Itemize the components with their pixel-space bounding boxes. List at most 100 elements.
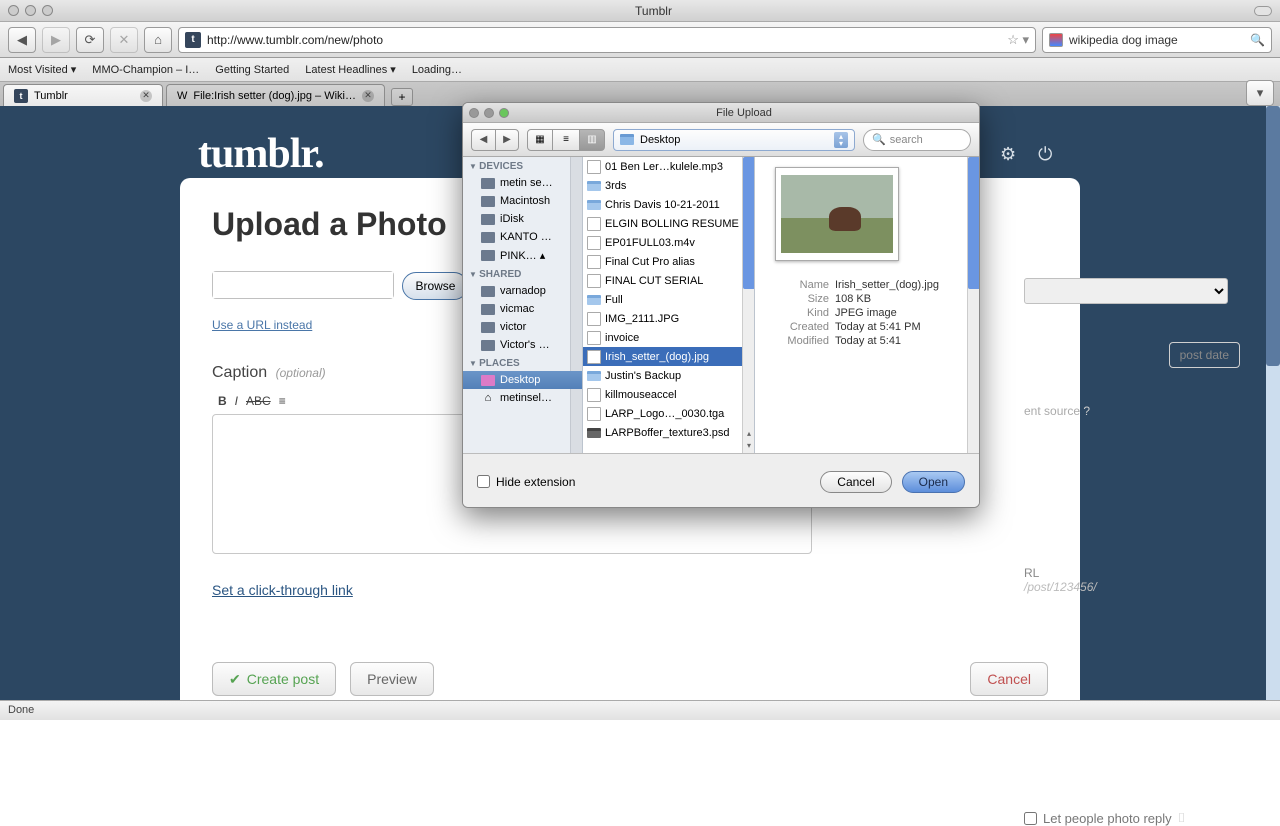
- power-icon[interactable]: ⏻: [1038, 144, 1052, 165]
- column-view-button[interactable]: ▥: [579, 129, 605, 151]
- dialog-search[interactable]: 🔍 search: [863, 129, 971, 151]
- file-scrollbar[interactable]: ▴▾: [742, 157, 754, 453]
- bookmark-item[interactable]: Most Visited ▾: [8, 63, 76, 76]
- file-item[interactable]: Full▶: [583, 290, 754, 309]
- publish-select[interactable]: [1024, 278, 1228, 304]
- file-path-field[interactable]: [212, 271, 394, 299]
- sidebar-section-devices[interactable]: DEVICES: [463, 157, 582, 174]
- folder-icon: [587, 428, 601, 438]
- new-tab-button[interactable]: +: [391, 88, 413, 106]
- create-post-button[interactable]: ✔Create post: [212, 662, 336, 696]
- file-item[interactable]: Irish_setter_(dog).jpg: [583, 347, 754, 366]
- sidebar-item[interactable]: metin se…: [463, 174, 582, 192]
- home-button[interactable]: ⌂: [144, 27, 172, 53]
- file-item[interactable]: LARPBoffer_texture3.psd: [583, 423, 754, 442]
- dialog-back-button[interactable]: ◀: [471, 129, 495, 151]
- file-name: Final Cut Pro alias: [605, 256, 750, 268]
- preview-thumbnail: [775, 167, 899, 261]
- file-item[interactable]: ELGIN BOLLING RESUME: [583, 214, 754, 233]
- bookmark-item[interactable]: MMO-Champion – I…: [92, 64, 199, 76]
- list-view-button[interactable]: ≡: [553, 129, 579, 151]
- settings-gear-icon[interactable]: ⚙: [1000, 144, 1016, 165]
- sidebar-item-desktop[interactable]: Desktop: [463, 371, 582, 389]
- photo-reply-option[interactable]: Let people photo reply ⌷: [1024, 810, 1240, 826]
- file-name: Full: [605, 294, 739, 306]
- browse-button[interactable]: Browse: [402, 272, 468, 300]
- tab-close-icon[interactable]: ✕: [362, 90, 374, 102]
- sidebar-item[interactable]: Macintosh: [463, 192, 582, 210]
- photo-reply-checkbox[interactable]: [1024, 812, 1037, 825]
- bold-icon[interactable]: B: [218, 394, 227, 408]
- sidebar-item[interactable]: KANTO …: [463, 228, 582, 246]
- file-item[interactable]: 3rds▶: [583, 176, 754, 195]
- hide-extension-checkbox[interactable]: [477, 475, 490, 488]
- stop-button[interactable]: ✕: [110, 27, 138, 53]
- page-scrollbar[interactable]: [1266, 106, 1280, 700]
- folder-icon: [587, 200, 601, 210]
- sidebar-item[interactable]: Victor's …: [463, 336, 582, 354]
- reload-button[interactable]: ⟳: [76, 27, 104, 53]
- help-icon[interactable]: ?: [1083, 404, 1090, 418]
- file-item[interactable]: invoice: [583, 328, 754, 347]
- file-item[interactable]: IMG_2111.JPG: [583, 309, 754, 328]
- hide-extension-option[interactable]: Hide extension: [477, 475, 575, 489]
- file-icon: [587, 407, 601, 421]
- file-input[interactable]: [213, 272, 393, 298]
- dialog-open-button[interactable]: Open: [902, 471, 965, 493]
- dialog-cancel-button[interactable]: Cancel: [820, 471, 891, 493]
- url-bar[interactable]: t http://www.tumblr.com/new/photo ☆ ▾: [178, 27, 1036, 53]
- file-item[interactable]: EP01FULL03.m4v: [583, 233, 754, 252]
- dialog-zoom-icon[interactable]: [499, 108, 509, 118]
- icon-view-button[interactable]: ▦: [527, 129, 553, 151]
- file-item[interactable]: 01 Ben Ler…kulele.mp3: [583, 157, 754, 176]
- strike-icon[interactable]: ABC: [246, 394, 271, 408]
- file-icon: [587, 312, 601, 326]
- sidebar-item[interactable]: iDisk: [463, 210, 582, 228]
- sidebar-item[interactable]: vicmac: [463, 300, 582, 318]
- forward-button[interactable]: ▶: [42, 27, 70, 53]
- sidebar-item[interactable]: ⌂metinsel…: [463, 389, 582, 407]
- browser-search[interactable]: wikipedia dog image 🔍: [1042, 27, 1272, 53]
- back-button[interactable]: ◀: [8, 27, 36, 53]
- preview-button[interactable]: Preview: [350, 662, 434, 696]
- zoom-icon[interactable]: [42, 5, 53, 16]
- list-icon[interactable]: ≡: [279, 394, 286, 408]
- tab-tumblr[interactable]: t Tumblr ✕: [3, 84, 163, 106]
- tab-close-icon[interactable]: ✕: [140, 90, 152, 102]
- file-item[interactable]: LARP_Logo…_0030.tga: [583, 404, 754, 423]
- sidebar-section-places[interactable]: PLACES: [463, 354, 582, 371]
- dialog-forward-button[interactable]: ▶: [495, 129, 519, 151]
- bookmark-item[interactable]: Getting Started: [215, 64, 289, 76]
- file-item[interactable]: killmouseaccel: [583, 385, 754, 404]
- search-value: wikipedia dog image: [1069, 33, 1178, 47]
- tabs-overflow-icon[interactable]: ▾: [1246, 80, 1274, 106]
- sidebar-section-shared[interactable]: SHARED: [463, 265, 582, 282]
- click-through-link[interactable]: Set a click-through link: [212, 582, 1048, 598]
- bookmark-star-icon[interactable]: ☆ ▾: [1007, 32, 1029, 48]
- italic-icon[interactable]: I: [235, 394, 238, 408]
- meta-name-label: Name: [775, 279, 829, 291]
- hide-extension-label: Hide extension: [496, 475, 575, 489]
- sidebar-item[interactable]: varnadop: [463, 282, 582, 300]
- bookmark-item[interactable]: Latest Headlines ▾: [305, 63, 396, 76]
- dialog-close-icon[interactable]: [469, 108, 479, 118]
- sidebar-item[interactable]: victor: [463, 318, 582, 336]
- file-item[interactable]: Chris Davis 10-21-2011: [583, 195, 754, 214]
- file-item[interactable]: FINAL CUT SERIAL: [583, 271, 754, 290]
- dialog-body: DEVICES metin se… Macintosh iDisk KANTO …: [463, 157, 979, 453]
- sidebar-item[interactable]: PINK… ▴: [463, 246, 582, 265]
- minimize-icon[interactable]: [25, 5, 36, 16]
- location-popup[interactable]: Desktop ▴▾: [613, 129, 855, 151]
- file-item[interactable]: Final Cut Pro alias: [583, 252, 754, 271]
- tab-wikipedia[interactable]: W File:Irish setter (dog).jpg – Wiki… ✕: [166, 84, 385, 106]
- close-icon[interactable]: [8, 5, 19, 16]
- file-item[interactable]: Justin's Backup▶: [583, 366, 754, 385]
- post-date-button[interactable]: post date: [1169, 342, 1240, 368]
- location-label: Desktop: [640, 134, 680, 146]
- meta-kind-label: Kind: [775, 307, 829, 319]
- tumblr-logo[interactable]: tumblr.: [198, 130, 324, 178]
- bookmark-item[interactable]: Loading…: [412, 64, 462, 76]
- dialog-footer: Hide extension Cancel Open: [463, 453, 979, 508]
- preview-scrollbar[interactable]: [967, 157, 979, 453]
- search-icon[interactable]: 🔍: [1250, 33, 1265, 47]
